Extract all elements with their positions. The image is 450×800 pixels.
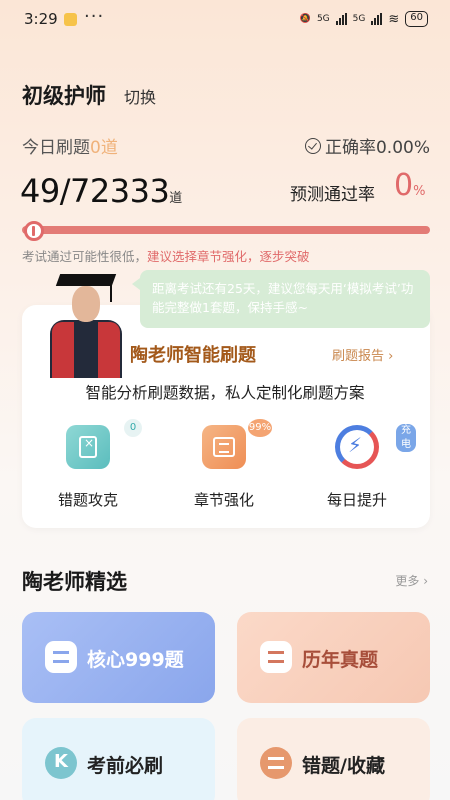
teacher-avatar [48, 272, 124, 378]
signal-icon-2 [371, 13, 383, 25]
tile-label: 考前必刷 [87, 755, 164, 777]
teacher-tip-bubble: 距离考试还有25天，建议您每天用‘模拟考试’功能完整做1套题，保持手感~ [132, 270, 430, 328]
daily-bolt-icon: ⚡ 充电 [335, 424, 416, 469]
accuracy-rate: 正确率0.00% [304, 133, 430, 158]
tile-core-999[interactable]: 核心999题 [22, 612, 215, 703]
accuracy-text: 正确率0.00% [324, 138, 430, 158]
k-icon [45, 747, 77, 779]
hint-suggestion[interactable]: 建议选择章节强化，逐步突破 [147, 249, 310, 264]
status-icons: 🔕 5G 5G ≋ 60 [300, 11, 428, 27]
feature-label: 每日提升 [326, 491, 387, 509]
tile-label: 历年真题 [302, 649, 379, 671]
mute-icon: 🔕 [299, 14, 311, 24]
status-time: 3:29 [24, 10, 58, 28]
tile-wrong-favorites[interactable]: 错题/收藏 [237, 718, 430, 800]
gallery-app-icon [64, 13, 77, 26]
past-exams-icon [260, 641, 292, 673]
check-circle-icon [304, 137, 321, 154]
hint-text: 考试通过可能性很低， [22, 249, 148, 264]
more-link[interactable]: 更多 › [395, 572, 428, 589]
signal-icon-1 [335, 13, 347, 25]
core-questions-icon [45, 641, 77, 673]
feature-badge: 0 [124, 419, 142, 437]
pass-progress-bar [22, 226, 430, 234]
section-title: 陶老师精选 [22, 570, 127, 594]
questions-progress: 49/72333道 [20, 172, 182, 210]
today-questions: 今日刷题0道 [22, 133, 118, 158]
tile-must-practice[interactable]: 考前必刷 [22, 718, 215, 800]
wrong-questions-icon: 0 [66, 419, 142, 469]
pass-rate-label: 预测通过率 [290, 185, 375, 205]
favorites-icon [260, 747, 292, 779]
today-label: 今日刷题 [22, 138, 90, 158]
smart-practice-title: 陶老师智能刷题 [130, 345, 256, 366]
today-count: 0道 [90, 138, 118, 158]
feature-label: 错题攻克 [57, 491, 118, 509]
network-5g-2: 5G [352, 14, 366, 24]
status-bar: 3:29 ··· 🔕 5G 5G ≋ 60 [0, 0, 450, 40]
progress-knob-icon [24, 221, 44, 241]
progress-count: 49/72333 [20, 172, 170, 210]
exam-title: 初级护师 [22, 84, 106, 108]
network-5g-1: 5G [316, 14, 330, 24]
battery-icon: 60 [405, 11, 428, 27]
wifi-icon: ≋ [388, 11, 400, 27]
smart-practice-subtitle: 智能分析刷题数据，私人定制化刷题方案 [85, 384, 365, 402]
pass-hint: 考试通过可能性很低，建议选择章节强化，逐步突破 [22, 246, 310, 265]
tile-past-exams[interactable]: 历年真题 [237, 612, 430, 703]
practice-report-link[interactable]: 刷题报告 › [332, 345, 393, 364]
feature-label: 章节强化 [193, 491, 254, 509]
switch-exam-button[interactable]: 切换 [124, 84, 156, 108]
pass-rate: 0% [394, 168, 425, 203]
pass-rate-unit: % [413, 184, 426, 199]
feature-badge: 99% [248, 419, 272, 437]
tile-label: 错题/收藏 [302, 755, 385, 777]
progress-unit: 道 [169, 191, 182, 206]
feature-badge: 充电 [396, 424, 416, 452]
tile-label: 核心999题 [87, 649, 184, 671]
pass-rate-value: 0 [394, 168, 414, 203]
more-notifications-icon: ··· [84, 6, 105, 27]
chapter-icon: 99% [202, 419, 272, 469]
